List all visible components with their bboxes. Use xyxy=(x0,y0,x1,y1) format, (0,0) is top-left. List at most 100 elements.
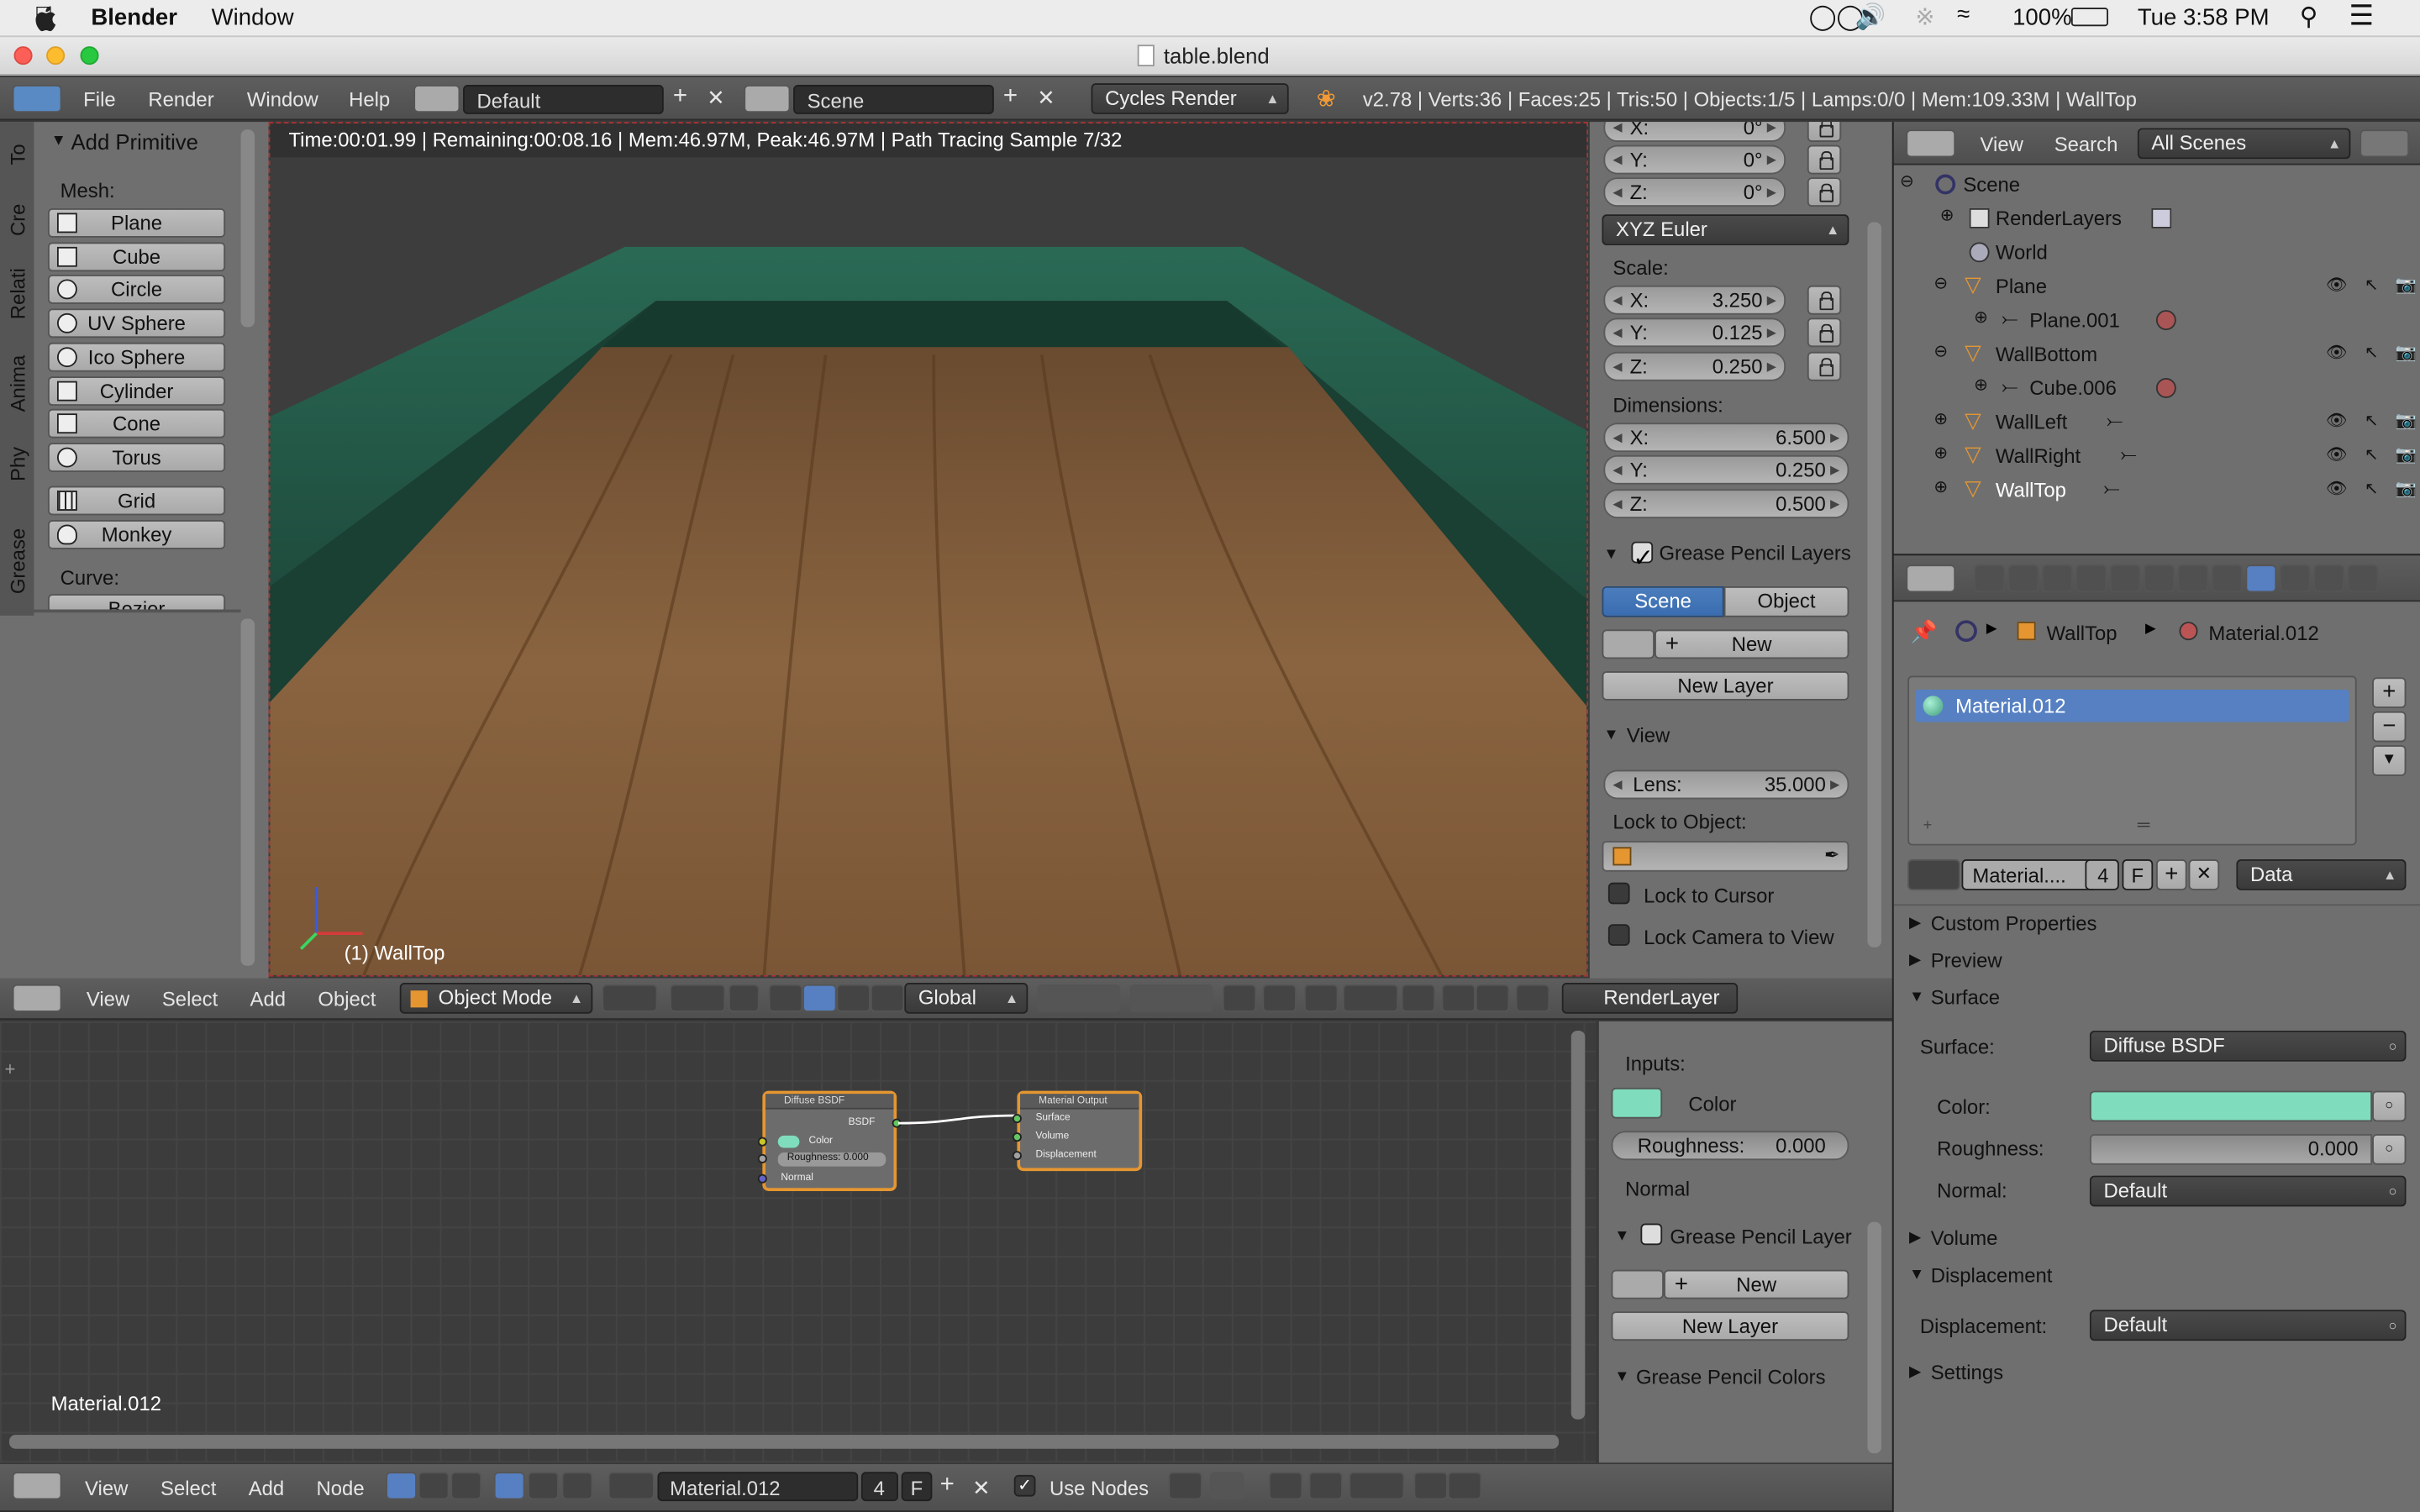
renderability-camera-icon[interactable]: 📷 xyxy=(2396,275,2417,295)
apple-logo-icon[interactable] xyxy=(34,5,57,33)
tab-relations[interactable]: Relati xyxy=(6,268,29,319)
outliner-row-wallleft[interactable]: ⊕ ▽ WallLeft ⤚ 👁 ↖ 📷 xyxy=(1894,406,2420,439)
properties-tab-constraints-icon[interactable] xyxy=(2144,564,2175,593)
horizontal-area-separator[interactable] xyxy=(1893,554,2420,556)
material-specials-button[interactable]: ▼ xyxy=(2372,745,2407,776)
rotation-y-field[interactable]: ◀ Y: 0° ▶ xyxy=(1603,144,1786,175)
expand-walltop-icon[interactable]: ⊕ xyxy=(1933,477,1948,496)
node-grease-checkbox[interactable] xyxy=(1640,1223,1663,1246)
outliner-menu-search[interactable]: Search xyxy=(2054,133,2118,156)
scene-field[interactable]: Scene xyxy=(793,85,994,114)
outliner-row-wallright[interactable]: ⊕ ▽ WallRight ⤚ 👁 ↖ 📷 xyxy=(1894,439,2420,473)
primitive-uv-sphere-button[interactable]: UV Sphere xyxy=(47,308,226,339)
outliner-row-renderlayers[interactable]: ⊕ RenderLayers xyxy=(1894,202,2420,236)
menu-select-3d[interactable]: Select xyxy=(162,988,218,1011)
rotation-z-field[interactable]: ◀ Z: 0° ▶ xyxy=(1603,177,1786,207)
material-users-field[interactable]: 4 xyxy=(2085,859,2119,890)
outliner-world-label[interactable]: World xyxy=(1996,241,2048,265)
outliner-row-walltop[interactable]: ⊕ ▽ WallTop ⤚ 👁 ↖ 📷 xyxy=(1894,474,2420,507)
breadcrumb-material[interactable]: Material.012 xyxy=(2208,622,2318,645)
properties-tab-data-icon[interactable] xyxy=(2212,564,2243,593)
wifi-icon[interactable]: ≈ xyxy=(1957,2,1970,28)
dimension-z-field[interactable]: ◀ Z: 0.500 ▶ xyxy=(1603,489,1849,519)
grease-pencil-colors-title[interactable]: Grease Pencil Colors xyxy=(1636,1366,1826,1389)
dimension-x-field[interactable]: ◀ X: 6.500 ▶ xyxy=(1603,423,1849,453)
color-swatch-node[interactable] xyxy=(777,1135,800,1148)
transform-orientation-dropdown[interactable]: Global ▲ xyxy=(904,983,1028,1014)
opengl-render-icon[interactable] xyxy=(1401,984,1436,1012)
expand-wallright-icon[interactable]: ⊕ xyxy=(1933,443,1948,463)
lens-field[interactable]: ◀ Lens: 35.000 ▶ xyxy=(1603,769,1849,800)
collapse-view-icon[interactable]: ▼ xyxy=(1603,727,1618,743)
vertical-area-separator[interactable] xyxy=(1891,122,1894,1512)
expand-wallleft-icon[interactable]: ⊕ xyxy=(1933,409,1948,429)
node-new-layer-button[interactable]: New Layer xyxy=(1611,1311,1849,1341)
outliner-cube006-label[interactable]: Cube.006 xyxy=(2029,376,2117,400)
surface-section-title[interactable]: Surface xyxy=(1931,986,2000,1010)
visibility-eye-icon[interactable]: 👁 xyxy=(2326,343,2348,363)
object-mode-dropdown[interactable]: Object Mode ▲ xyxy=(399,983,593,1014)
unlink-material-button[interactable]: ✕ xyxy=(2188,859,2220,890)
node-material-field[interactable]: Material.012 xyxy=(657,1472,859,1502)
render-layer-dropdown[interactable]: RenderLayer xyxy=(1561,983,1739,1014)
outliner-search-icon[interactable] xyxy=(2360,129,2410,158)
color-swatch-side[interactable] xyxy=(1611,1087,1663,1119)
selectability-cursor-icon[interactable]: ↖ xyxy=(2365,444,2379,465)
go-parent-node-icon[interactable] xyxy=(1210,1472,1244,1500)
menu-window-blender[interactable]: Window xyxy=(247,88,318,112)
properties-tab-physics-icon[interactable] xyxy=(2347,564,2379,593)
rotation-mode-dropdown[interactable]: XYZ Euler ▲ xyxy=(1602,214,1849,246)
pencil-icon[interactable] xyxy=(1602,629,1655,659)
outliner-plane-label[interactable]: Plane xyxy=(1996,275,2047,298)
renderability-camera-icon[interactable]: 📷 xyxy=(2396,343,2417,363)
properties-tab-render-layers-icon[interactable] xyxy=(2007,564,2039,593)
outliner-plane001-label[interactable]: Plane.001 xyxy=(2029,308,2120,332)
expand-plane-icon[interactable]: ⊖ xyxy=(1933,273,1948,293)
compositing-nodes-icon[interactable] xyxy=(418,1472,450,1500)
expand-cube006-icon[interactable]: ⊕ xyxy=(1974,375,1988,395)
delete-layout-icon[interactable]: ✕ xyxy=(707,85,725,111)
viewport-3d[interactable]: Time:00:01.99 | Remaining:00:08.16 | Mem… xyxy=(268,122,1589,977)
collapse-displacement-icon[interactable]: ▼ xyxy=(1909,1267,1924,1284)
node-snap-icon[interactable] xyxy=(1308,1472,1343,1500)
menu-view-node[interactable]: View xyxy=(85,1477,128,1500)
primitive-circle-button[interactable]: Circle xyxy=(47,275,226,305)
expand-scene-icon[interactable]: ⊖ xyxy=(1900,171,1914,192)
selectability-cursor-icon[interactable]: ↖ xyxy=(2365,411,2379,430)
properties-tab-world-icon[interactable] xyxy=(2075,564,2107,593)
collapse-grease-colors-icon[interactable]: ▼ xyxy=(1614,1368,1629,1385)
tab-animation[interactable]: Anima xyxy=(6,355,29,412)
menu-window[interactable]: Window xyxy=(212,5,294,31)
node-unlink-material-icon[interactable]: ✕ xyxy=(972,1475,991,1501)
primitive-cube-button[interactable]: Cube xyxy=(47,241,226,271)
outliner-renderlayers-label[interactable]: RenderLayers xyxy=(1996,207,2122,230)
outliner-menu-view[interactable]: View xyxy=(1981,133,2023,156)
shader-nodes-icon[interactable] xyxy=(386,1472,417,1500)
delete-scene-icon[interactable]: ✕ xyxy=(1037,85,1055,111)
pause-render-icon[interactable] xyxy=(1515,984,1550,1012)
visibility-eye-icon[interactable]: 👁 xyxy=(2326,411,2348,430)
scene-icon[interactable] xyxy=(744,85,791,113)
node-grease-layer-title[interactable]: Grease Pencil Layer xyxy=(1670,1225,1851,1248)
outliner-row-plane[interactable]: ⊖ ▽ Plane 👁 ↖ 📷 xyxy=(1894,270,2420,303)
roughness-side-field[interactable]: Roughness: 0.000 xyxy=(1611,1131,1849,1161)
properties-tab-modifiers-icon[interactable] xyxy=(2177,564,2209,593)
outliner-display-mode-dropdown[interactable]: All Scenes ▲ xyxy=(2137,128,2351,160)
spotlight-icon[interactable]: ⚲ xyxy=(2300,2,2318,33)
primitive-torus-button[interactable]: Torus xyxy=(47,442,226,472)
selectability-cursor-icon[interactable]: ↖ xyxy=(2365,343,2379,363)
collapse-add-primitive-icon[interactable]: ▼ xyxy=(51,133,66,150)
lock-layers-icon[interactable] xyxy=(1222,984,1257,1012)
object-shader-icon[interactable] xyxy=(493,1472,525,1500)
expand-volume-icon[interactable]: ▶ xyxy=(1909,1230,1921,1247)
layers-grid-icon-2[interactable] xyxy=(1129,984,1213,1012)
visibility-eye-icon[interactable]: 👁 xyxy=(2326,444,2348,465)
grease-scene-toggle[interactable]: Scene xyxy=(1602,585,1724,617)
material-link-dropdown[interactable]: Data ▲ xyxy=(2236,859,2407,890)
scale-y-field[interactable]: ◀ Y: 0.125 ▶ xyxy=(1603,318,1786,348)
slot-list-filter-icon[interactable]: + xyxy=(1923,817,1933,834)
volume-input-socket[interactable] xyxy=(1012,1132,1022,1142)
tool-shelf-lower-scrollbar[interactable] xyxy=(240,618,255,966)
lock-camera-label[interactable]: Lock Camera to View xyxy=(1644,926,1834,949)
primitive-grid-button[interactable]: Grid xyxy=(47,486,226,516)
